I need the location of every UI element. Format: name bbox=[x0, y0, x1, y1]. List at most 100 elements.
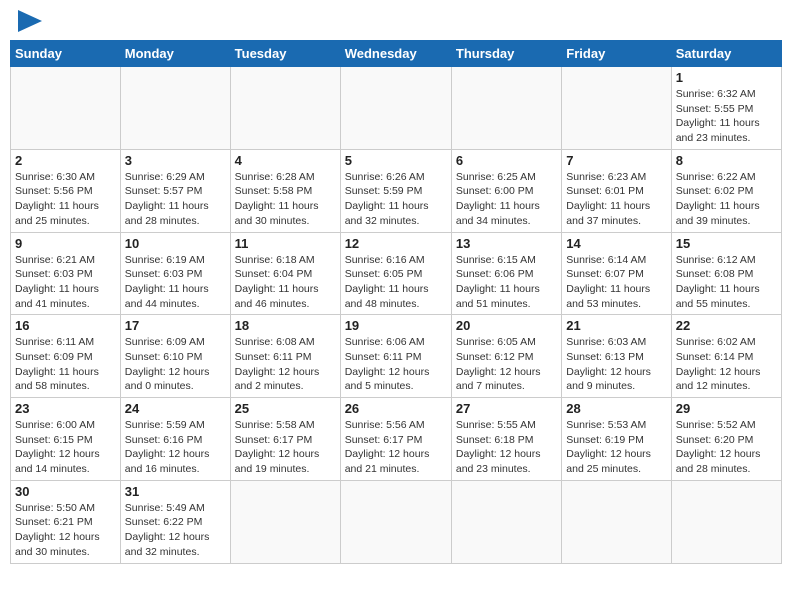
day-info: Sunrise: 6:30 AMSunset: 5:56 PMDaylight:… bbox=[15, 170, 116, 229]
calendar-cell: 30 Sunrise: 5:50 AMSunset: 6:21 PMDayligh… bbox=[11, 480, 121, 563]
calendar-header: SundayMondayTuesdayWednesdayThursdayFrid… bbox=[11, 41, 782, 67]
calendar-cell: 22Sunrise: 6:02 AMSunset: 6:14 PMDayligh… bbox=[671, 315, 781, 398]
calendar-cell: 1Sunrise: 6:32 AMSunset: 5:55 PMDaylight… bbox=[671, 67, 781, 150]
calendar-cell: 8 Sunrise: 6:22 AMSunset: 6:02 PMDaylight… bbox=[671, 149, 781, 232]
calendar-cell: 18 Sunrise: 6:08 AMSunset: 6:11 PMDayligh… bbox=[230, 315, 340, 398]
day-number: 19 bbox=[345, 318, 447, 333]
calendar-cell: 3 Sunrise: 6:29 AMSunset: 5:57 PMDaylight… bbox=[120, 149, 230, 232]
calendar-cell: 31 Sunrise: 5:49 AMSunset: 6:22 PMDayligh… bbox=[120, 480, 230, 563]
day-info: Sunrise: 6:29 AMSunset: 5:57 PMDaylight:… bbox=[125, 170, 226, 229]
calendar-cell: 4Sunrise: 6:28 AMSunset: 5:58 PMDaylight… bbox=[230, 149, 340, 232]
day-info: Sunrise: 6:18 AMSunset: 6:04 PMDaylight:… bbox=[235, 253, 336, 312]
day-info: Sunrise: 6:08 AMSunset: 6:11 PMDaylight:… bbox=[235, 335, 336, 394]
day-info: Sunrise: 5:49 AMSunset: 6:22 PMDaylight:… bbox=[125, 501, 226, 560]
calendar-cell: 5 Sunrise: 6:26 AMSunset: 5:59 PMDaylight… bbox=[340, 149, 451, 232]
calendar-week-row: 1Sunrise: 6:32 AMSunset: 5:55 PMDaylight… bbox=[11, 67, 782, 150]
day-info: Sunrise: 6:21 AMSunset: 6:03 PMDaylight:… bbox=[15, 253, 116, 312]
calendar-cell: 2 Sunrise: 6:30 AMSunset: 5:56 PMDaylight… bbox=[11, 149, 121, 232]
calendar-cell: 7Sunrise: 6:23 AMSunset: 6:01 PMDaylight… bbox=[562, 149, 671, 232]
calendar-cell: 27Sunrise: 5:55 AMSunset: 6:18 PMDayligh… bbox=[451, 398, 561, 481]
day-info: Sunrise: 6:32 AMSunset: 5:55 PMDaylight:… bbox=[676, 87, 777, 146]
day-info: Sunrise: 6:06 AMSunset: 6:11 PMDaylight:… bbox=[345, 335, 447, 394]
day-number: 18 bbox=[235, 318, 336, 333]
day-info: Sunrise: 6:25 AMSunset: 6:00 PMDaylight:… bbox=[456, 170, 557, 229]
calendar-cell: 25 Sunrise: 5:58 AMSunset: 6:17 PMDayligh… bbox=[230, 398, 340, 481]
day-info: Sunrise: 6:23 AMSunset: 6:01 PMDaylight:… bbox=[566, 170, 666, 229]
day-number: 23 bbox=[15, 401, 116, 416]
weekday-header: Thursday bbox=[451, 41, 561, 67]
day-number: 27 bbox=[456, 401, 557, 416]
calendar-cell: 21 Sunrise: 6:03 AMSunset: 6:13 PMDayligh… bbox=[562, 315, 671, 398]
day-info: Sunrise: 6:16 AMSunset: 6:05 PMDaylight:… bbox=[345, 253, 447, 312]
day-number: 9 bbox=[15, 236, 116, 251]
day-number: 16 bbox=[15, 318, 116, 333]
weekday-header: Tuesday bbox=[230, 41, 340, 67]
day-info: Sunrise: 6:14 AMSunset: 6:07 PMDaylight:… bbox=[566, 253, 666, 312]
calendar-cell bbox=[562, 67, 671, 150]
day-number: 13 bbox=[456, 236, 557, 251]
calendar-week-row: 23 Sunrise: 6:00 AMSunset: 6:15 PMDayligh… bbox=[11, 398, 782, 481]
calendar-week-row: 16 Sunrise: 6:11 AMSunset: 6:09 PMDayligh… bbox=[11, 315, 782, 398]
weekday-header: Wednesday bbox=[340, 41, 451, 67]
day-info: Sunrise: 6:15 AMSunset: 6:06 PMDaylight:… bbox=[456, 253, 557, 312]
day-info: Sunrise: 6:12 AMSunset: 6:08 PMDaylight:… bbox=[676, 253, 777, 312]
day-info: Sunrise: 6:22 AMSunset: 6:02 PMDaylight:… bbox=[676, 170, 777, 229]
calendar-cell bbox=[451, 67, 561, 150]
calendar-cell: 13 Sunrise: 6:15 AMSunset: 6:06 PMDayligh… bbox=[451, 232, 561, 315]
calendar-cell bbox=[562, 480, 671, 563]
calendar-cell: 26Sunrise: 5:56 AMSunset: 6:17 PMDayligh… bbox=[340, 398, 451, 481]
calendar-week-row: 2 Sunrise: 6:30 AMSunset: 5:56 PMDaylight… bbox=[11, 149, 782, 232]
calendar-week-row: 30 Sunrise: 5:50 AMSunset: 6:21 PMDayligh… bbox=[11, 480, 782, 563]
day-number: 21 bbox=[566, 318, 666, 333]
calendar-cell bbox=[120, 67, 230, 150]
day-info: Sunrise: 6:02 AMSunset: 6:14 PMDaylight:… bbox=[676, 335, 777, 394]
weekday-header: Sunday bbox=[11, 41, 121, 67]
day-number: 20 bbox=[456, 318, 557, 333]
calendar-cell: 28Sunrise: 5:53 AMSunset: 6:19 PMDayligh… bbox=[562, 398, 671, 481]
weekday-header: Friday bbox=[562, 41, 671, 67]
calendar-cell: 23 Sunrise: 6:00 AMSunset: 6:15 PMDayligh… bbox=[11, 398, 121, 481]
day-info: Sunrise: 6:00 AMSunset: 6:15 PMDaylight:… bbox=[15, 418, 116, 477]
calendar-cell: 15Sunrise: 6:12 AMSunset: 6:08 PMDayligh… bbox=[671, 232, 781, 315]
day-number: 5 bbox=[345, 153, 447, 168]
day-number: 31 bbox=[125, 484, 226, 499]
day-info: Sunrise: 5:52 AMSunset: 6:20 PMDaylight:… bbox=[676, 418, 777, 477]
day-number: 29 bbox=[676, 401, 777, 416]
day-info: Sunrise: 5:59 AMSunset: 6:16 PMDaylight:… bbox=[125, 418, 226, 477]
day-info: Sunrise: 6:28 AMSunset: 5:58 PMDaylight:… bbox=[235, 170, 336, 229]
day-number: 30 bbox=[15, 484, 116, 499]
calendar-cell: 11Sunrise: 6:18 AMSunset: 6:04 PMDayligh… bbox=[230, 232, 340, 315]
day-info: Sunrise: 6:26 AMSunset: 5:59 PMDaylight:… bbox=[345, 170, 447, 229]
day-number: 8 bbox=[676, 153, 777, 168]
day-info: Sunrise: 6:11 AMSunset: 6:09 PMDaylight:… bbox=[15, 335, 116, 394]
weekday-header: Monday bbox=[120, 41, 230, 67]
day-info: Sunrise: 6:09 AMSunset: 6:10 PMDaylight:… bbox=[125, 335, 226, 394]
day-number: 10 bbox=[125, 236, 226, 251]
day-number: 24 bbox=[125, 401, 226, 416]
calendar-cell bbox=[11, 67, 121, 150]
day-number: 25 bbox=[235, 401, 336, 416]
calendar-cell: 17 Sunrise: 6:09 AMSunset: 6:10 PMDayligh… bbox=[120, 315, 230, 398]
logo bbox=[14, 10, 42, 32]
calendar-cell bbox=[230, 480, 340, 563]
calendar-cell: 16 Sunrise: 6:11 AMSunset: 6:09 PMDayligh… bbox=[11, 315, 121, 398]
day-number: 12 bbox=[345, 236, 447, 251]
calendar-cell: 19 Sunrise: 6:06 AMSunset: 6:11 PMDayligh… bbox=[340, 315, 451, 398]
day-info: Sunrise: 5:58 AMSunset: 6:17 PMDaylight:… bbox=[235, 418, 336, 477]
day-number: 2 bbox=[15, 153, 116, 168]
calendar-cell bbox=[340, 67, 451, 150]
day-number: 6 bbox=[456, 153, 557, 168]
calendar-cell bbox=[230, 67, 340, 150]
day-number: 28 bbox=[566, 401, 666, 416]
day-info: Sunrise: 5:50 AMSunset: 6:21 PMDaylight:… bbox=[15, 501, 116, 560]
calendar-cell: 9 Sunrise: 6:21 AMSunset: 6:03 PMDaylight… bbox=[11, 232, 121, 315]
day-number: 3 bbox=[125, 153, 226, 168]
logo-icon bbox=[18, 10, 42, 32]
calendar-table: SundayMondayTuesdayWednesdayThursdayFrid… bbox=[10, 40, 782, 564]
calendar-cell bbox=[671, 480, 781, 563]
day-info: Sunrise: 6:03 AMSunset: 6:13 PMDaylight:… bbox=[566, 335, 666, 394]
page-header bbox=[10, 10, 782, 32]
day-info: Sunrise: 6:19 AMSunset: 6:03 PMDaylight:… bbox=[125, 253, 226, 312]
calendar-cell: 29 Sunrise: 5:52 AMSunset: 6:20 PMDayligh… bbox=[671, 398, 781, 481]
day-number: 17 bbox=[125, 318, 226, 333]
